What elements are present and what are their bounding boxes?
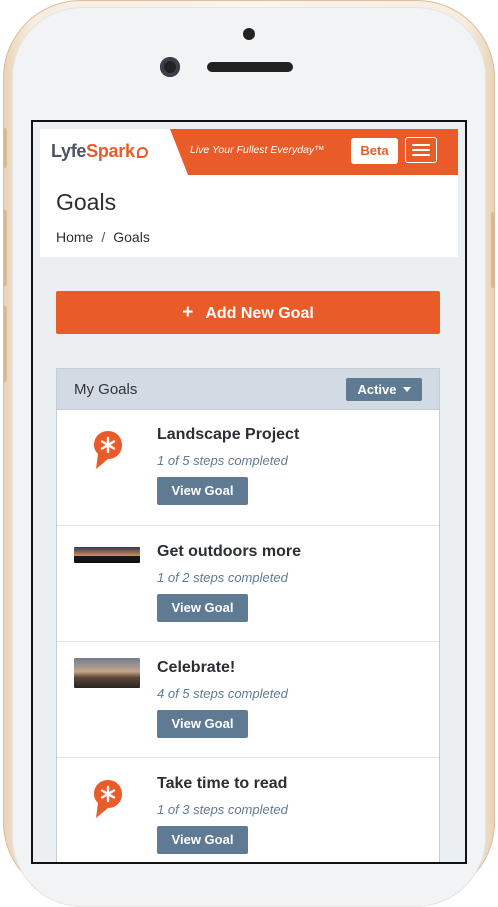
goal-item: Landscape Project 1 of 5 steps completed… xyxy=(57,409,439,525)
caret-down-icon xyxy=(402,387,411,392)
celebration-photo xyxy=(74,658,140,688)
breadcrumb-separator: / xyxy=(101,229,106,245)
sunset-photo xyxy=(74,547,140,563)
add-new-goal-button[interactable]: + Add New Goal xyxy=(56,291,440,334)
brand-name-part1: Lyfe xyxy=(51,141,87,161)
plus-icon: + xyxy=(182,302,194,323)
view-goal-button[interactable]: View Goal xyxy=(157,594,248,622)
top-navbar: LyfeSpark Live Your Fullest Everyday™ Be… xyxy=(40,129,458,175)
goal-title[interactable]: Celebrate! xyxy=(157,659,235,677)
my-goals-card: My Goals Active Landscape Project 1 of 5… xyxy=(56,368,440,862)
goal-item: Celebrate! 4 of 5 steps completed View G… xyxy=(57,641,439,757)
tagline: Live Your Fullest Everyday™ xyxy=(190,144,325,156)
goal-item: Take time to read 1 of 3 steps completed… xyxy=(57,757,439,862)
brand-name-part2: Spark xyxy=(86,141,135,161)
volume-down-button xyxy=(3,306,7,382)
page-title: Goals xyxy=(56,189,117,215)
view-goal-button[interactable]: View Goal xyxy=(157,477,248,505)
my-goals-header: My Goals Active xyxy=(57,369,439,410)
goal-item: Get outdoors more 1 of 2 steps completed… xyxy=(57,525,439,641)
goal-title[interactable]: Take time to read xyxy=(157,775,287,793)
brand-spark-icon xyxy=(136,147,148,158)
hamburger-menu-icon[interactable] xyxy=(405,137,437,163)
beta-button[interactable]: Beta xyxy=(351,138,398,164)
breadcrumb: Home / Goals xyxy=(56,229,150,245)
goal-title[interactable]: Landscape Project xyxy=(157,426,299,444)
status-filter-dropdown[interactable]: Active xyxy=(346,378,422,401)
volume-up-button xyxy=(3,210,7,286)
my-goals-title: My Goals xyxy=(74,381,138,398)
spark-logo-icon xyxy=(94,780,122,818)
brand-area[interactable]: LyfeSpark xyxy=(40,129,188,175)
goal-title[interactable]: Get outdoors more xyxy=(157,543,301,561)
goal-progress: 1 of 2 steps completed xyxy=(157,570,288,585)
view-goal-button[interactable]: View Goal xyxy=(157,710,248,738)
breadcrumb-home-link[interactable]: Home xyxy=(56,229,93,245)
front-camera-icon xyxy=(160,57,180,77)
goal-progress: 1 of 5 steps completed xyxy=(157,453,288,468)
proximity-sensor xyxy=(243,28,255,40)
earpiece-speaker xyxy=(207,62,293,72)
goal-progress: 1 of 3 steps completed xyxy=(157,802,288,817)
goal-progress: 4 of 5 steps completed xyxy=(157,686,288,701)
power-button xyxy=(491,212,495,288)
app-viewport: LyfeSpark Live Your Fullest Everyday™ Be… xyxy=(40,129,458,862)
breadcrumb-current: Goals xyxy=(113,229,150,245)
brand-logo[interactable]: LyfeSpark xyxy=(51,141,148,162)
spark-logo-icon xyxy=(94,431,122,469)
phone-screen: LyfeSpark Live Your Fullest Everyday™ Be… xyxy=(33,122,465,862)
mute-switch xyxy=(3,128,7,168)
status-filter-label: Active xyxy=(357,382,397,397)
page-header: Goals Home / Goals xyxy=(40,175,458,257)
add-new-goal-label: Add New Goal xyxy=(205,305,314,322)
